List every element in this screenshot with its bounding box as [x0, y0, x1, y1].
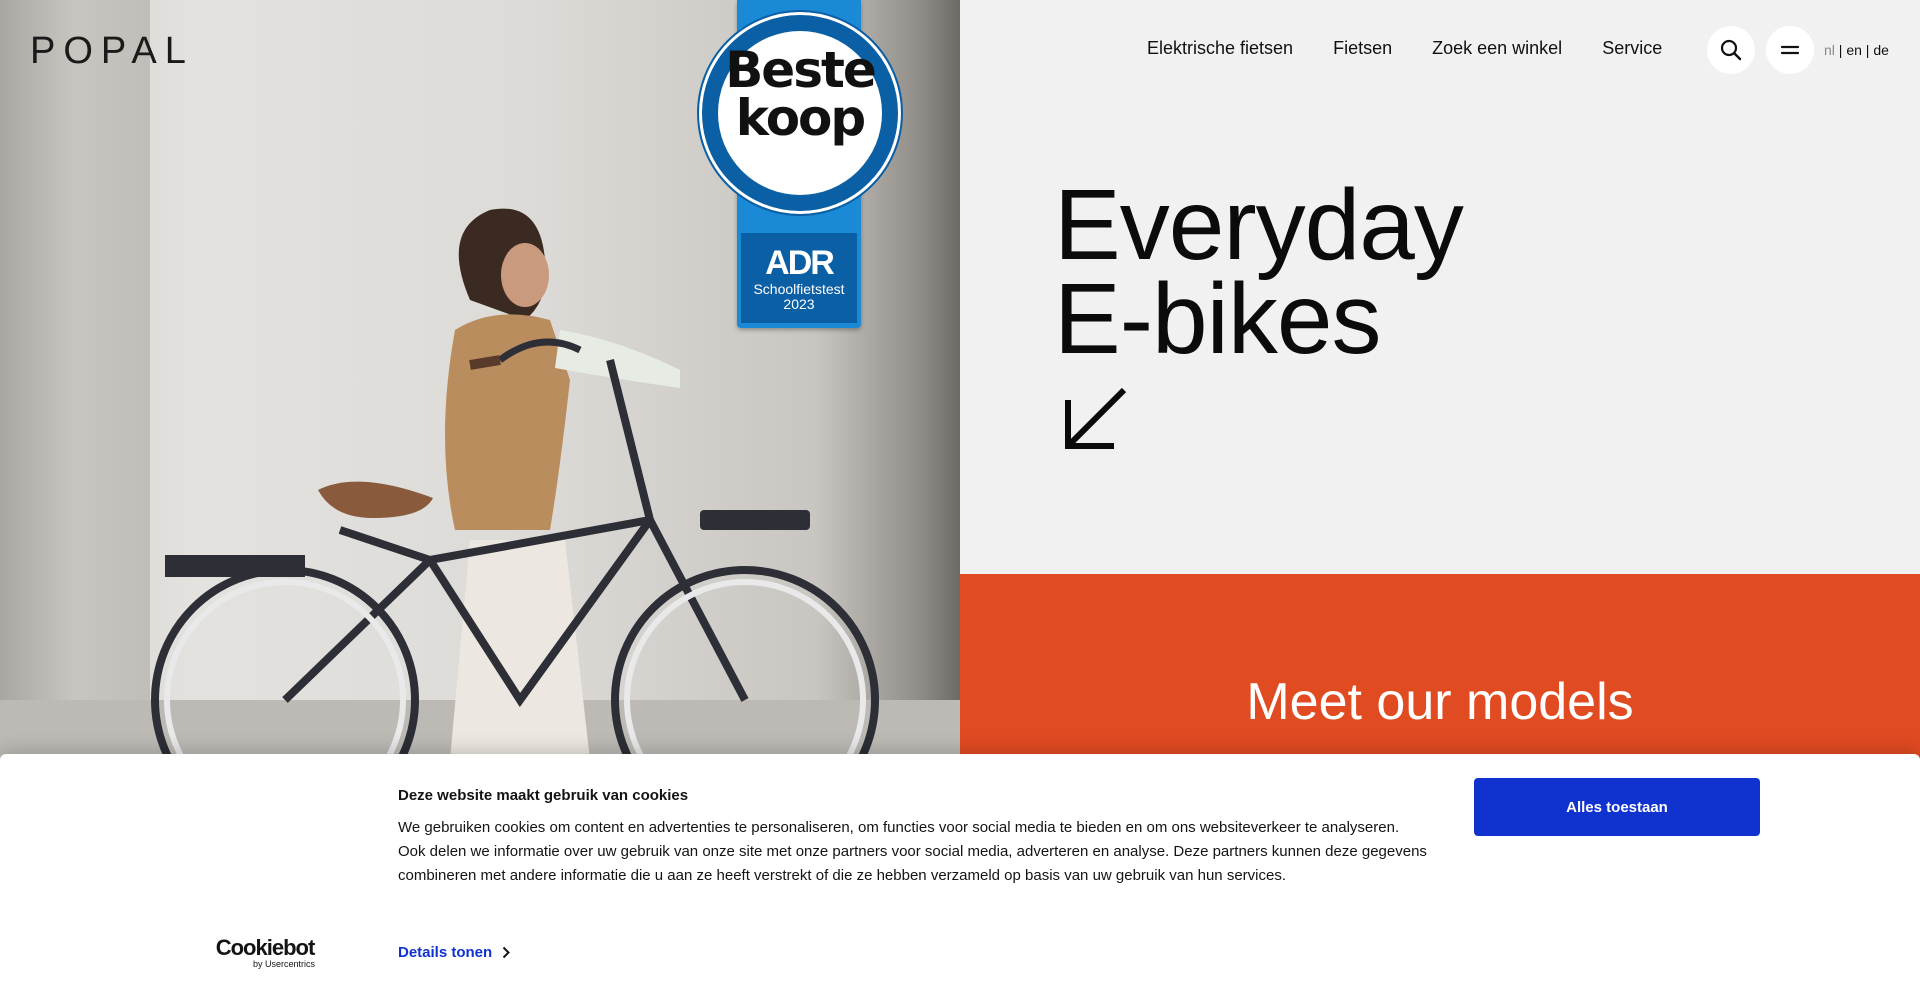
menu-button[interactable] — [1766, 26, 1814, 74]
language-switcher: nl | en | de — [1824, 42, 1889, 58]
badge-line2: koop — [735, 89, 866, 147]
hero-title: Everyday E-bikes — [1054, 169, 1464, 375]
cookie-title: Deze website maakt gebruik van cookies — [398, 787, 689, 804]
cookie-text: We gebruiken cookies om content en adver… — [398, 819, 1427, 884]
badge-line1: Beste — [725, 41, 877, 99]
nav-fietsen[interactable]: Fietsen — [1333, 38, 1392, 59]
main-nav: Elektrische fietsen Fietsen Zoek een win… — [1147, 38, 1662, 59]
badge-text: Beste koop — [699, 41, 901, 147]
badge-test-year: 2023 — [783, 296, 815, 312]
lang-de[interactable]: de — [1873, 42, 1889, 58]
models-title[interactable]: Meet our models — [960, 672, 1920, 732]
details-link[interactable]: Details tonen — [398, 944, 511, 961]
chevron-right-icon — [502, 946, 511, 959]
lang-en[interactable]: en — [1846, 42, 1862, 58]
arrow-down-left-icon[interactable] — [1062, 386, 1128, 452]
nav-service[interactable]: Service — [1602, 38, 1662, 59]
models-section: Meet our models — [960, 574, 1920, 764]
popal-logo[interactable]: POPAL — [30, 30, 194, 73]
nav-zoek-een-winkel[interactable]: Zoek een winkel — [1432, 38, 1562, 59]
search-button[interactable] — [1707, 26, 1755, 74]
menu-icon — [1780, 45, 1800, 55]
search-icon — [1720, 39, 1742, 61]
lang-nl[interactable]: nl — [1824, 42, 1835, 58]
cookiebot-logo: Cookiebot by Usercentrics — [215, 935, 316, 970]
nav-elektrische-fietsen[interactable]: Elektrische fietsen — [1147, 38, 1293, 59]
badge-test-name: Schoolfietstest — [753, 281, 845, 297]
details-label: Details tonen — [398, 944, 493, 961]
adr-logo: ADR — [765, 244, 835, 282]
beste-koop-badge: ADR Schoolfietstest 2023 Beste koop — [699, 0, 901, 330]
cookie-banner: Deze website maakt gebruik van cookies W… — [0, 754, 1920, 993]
allow-all-button[interactable]: Alles toestaan — [1474, 778, 1760, 836]
